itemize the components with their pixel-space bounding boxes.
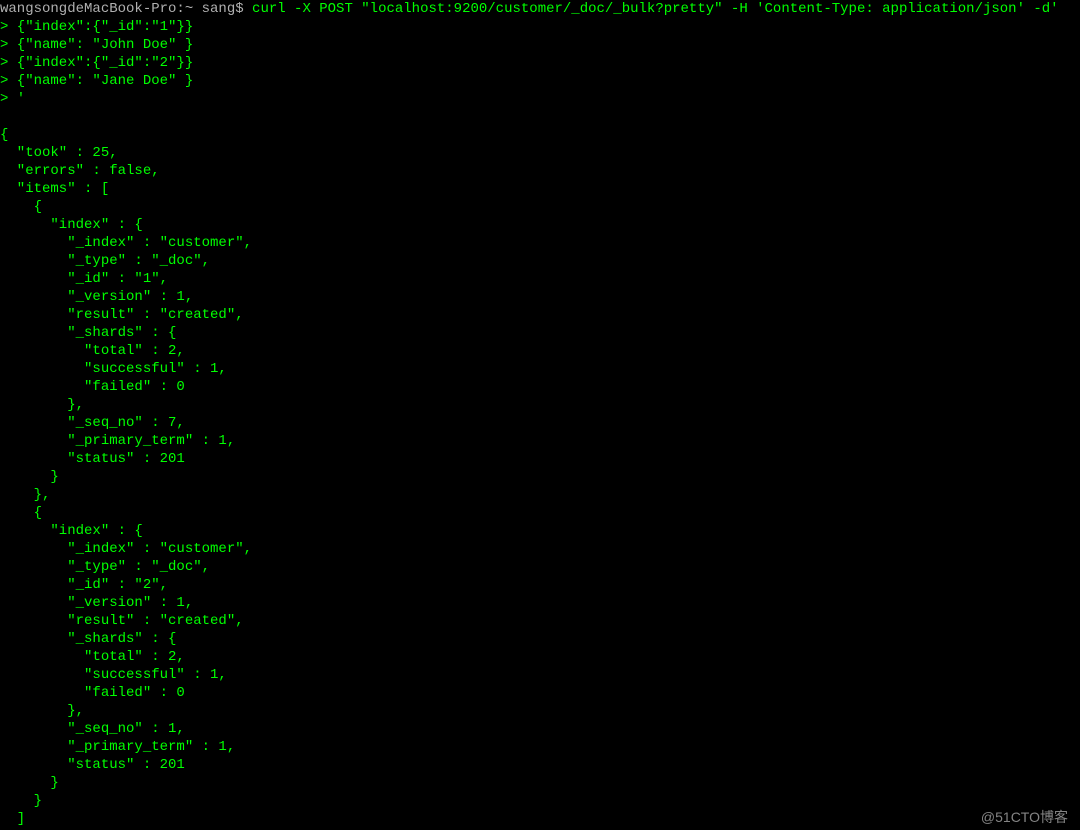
shell-prompt: wangsongdeMacBook-Pro:~ sang$ — [0, 1, 252, 17]
command-continuation-block: > {"index":{"_id":"1"}} > {"name": "John… — [0, 19, 193, 107]
response-output: { "took" : 25, "errors" : false, "items"… — [0, 127, 252, 830]
shell-command: curl -X POST "localhost:9200/customer/_d… — [252, 1, 1059, 17]
watermark-text: @51CTO博客 — [981, 808, 1068, 826]
terminal-window[interactable]: wangsongdeMacBook-Pro:~ sang$ curl -X PO… — [0, 0, 1080, 830]
